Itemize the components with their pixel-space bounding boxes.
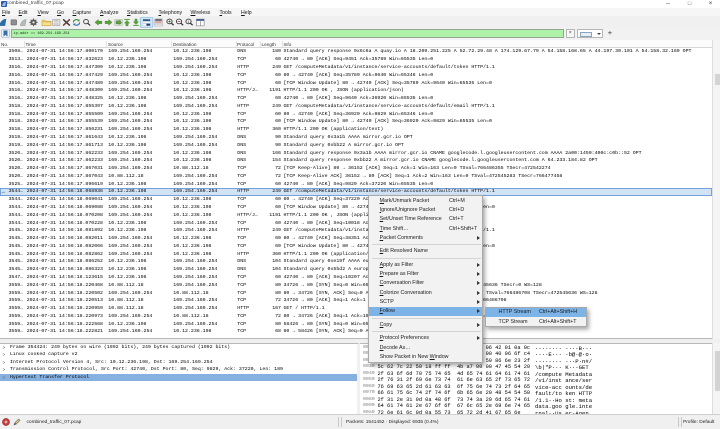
svg-text:1: 1 (187, 20, 189, 24)
